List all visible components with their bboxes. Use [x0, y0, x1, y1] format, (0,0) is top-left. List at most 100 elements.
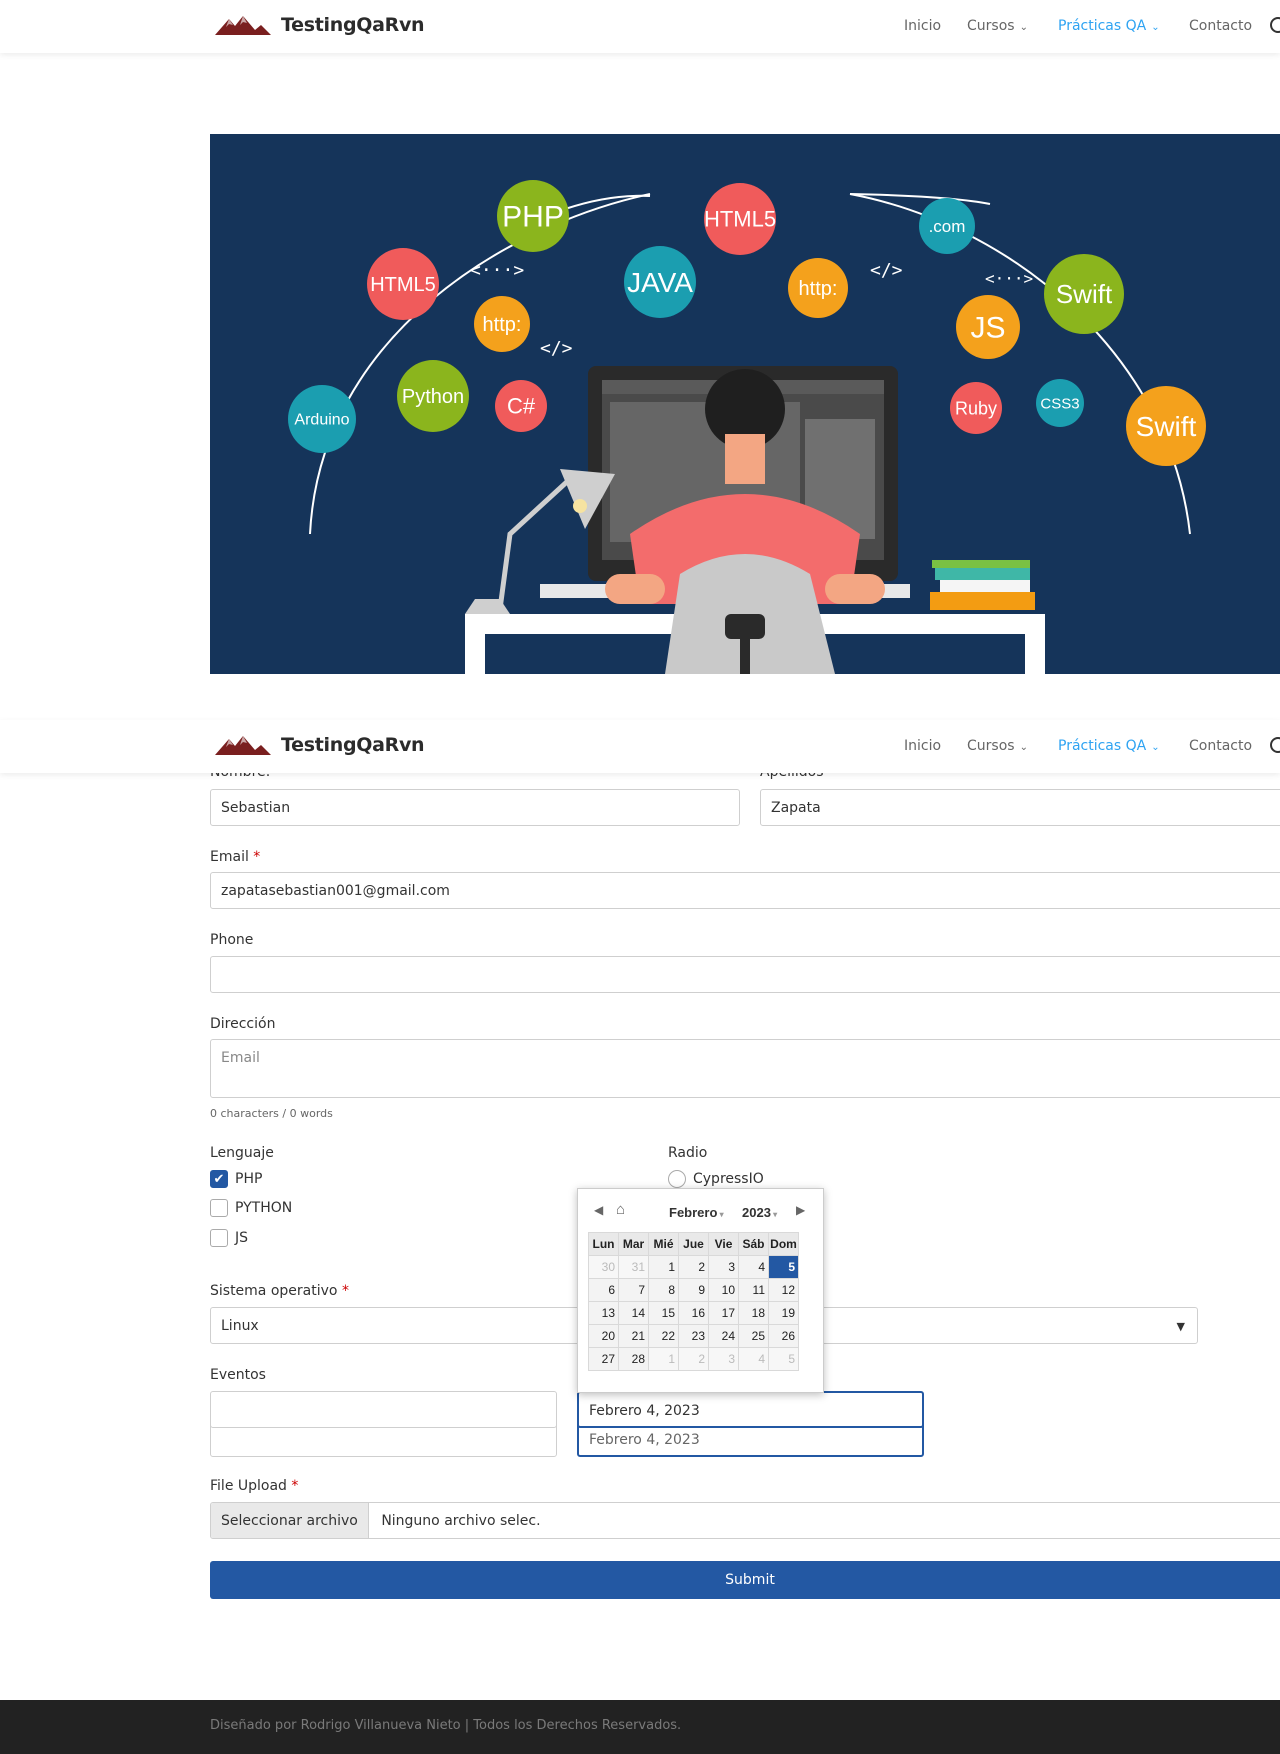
nav-cursos[interactable]: Cursos ⌄ [967, 738, 1028, 754]
tech-badge-label: Swift [1056, 279, 1113, 309]
email-label-text: Email [210, 849, 249, 865]
calendar-day[interactable]: 6 [588, 1278, 619, 1302]
calendar-day[interactable]: 19 [768, 1301, 799, 1325]
calendar-week: 30 31 1 2 3 4 5 [588, 1255, 799, 1279]
calendar-day[interactable]: 10 [708, 1278, 739, 1302]
nav-inicio[interactable]: Inicio [904, 18, 941, 34]
lenguaje-label: Lenguaje [210, 1145, 274, 1161]
calendar-day[interactable]: 11 [738, 1278, 769, 1302]
calendar-day[interactable]: 1 [648, 1255, 679, 1279]
chevron-down-icon: ⌄ [1151, 22, 1160, 33]
email-input[interactable]: zapatasebastian001@gmail.com [210, 872, 1280, 909]
so-selected-value: Linux [221, 1318, 259, 1334]
calendar-day[interactable]: 15 [648, 1301, 679, 1325]
chevron-down-icon: ⌄ [1019, 742, 1028, 753]
calendar-day[interactable]: 16 [678, 1301, 709, 1325]
tech-badge-label: .com [929, 217, 966, 236]
calendar-grid: Lun Mar Mié Jue Vie Sáb Dom 30 31 1 2 3 4 5 6 7 8 9 10 11 1… [588, 1232, 799, 1371]
char-counter: 0 characters / 0 words [210, 1107, 333, 1120]
tech-badge-label: Arduino [294, 412, 349, 429]
calendar-day: 31 [618, 1255, 649, 1279]
checkbox-js-label: JS [235, 1230, 249, 1246]
calendar-day[interactable]: 23 [678, 1324, 709, 1348]
evento-input[interactable] [210, 1391, 557, 1428]
nav-practicas[interactable]: Prácticas QA ⌄ [1058, 738, 1160, 754]
calendar-day: 5 [768, 1347, 799, 1371]
tech-badge-label: JS [970, 312, 1005, 345]
calendar-day: 4 [738, 1347, 769, 1371]
calendar-day[interactable]: 3 [708, 1255, 739, 1279]
evento-fecha-input[interactable]: Febrero 4, 2023 [577, 1391, 924, 1428]
date-picker: ◀ ⌂ Febrero ▾ 2023 ▾ ▶ Lun Mar Mié Jue Vie Sá… [577, 1188, 824, 1393]
next-month-icon[interactable]: ▶ [796, 1203, 805, 1217]
footer-text: Diseñado por Rodrigo Villanueva Nieto | … [210, 1718, 682, 1733]
nav-practicas[interactable]: Prácticas QA ⌄ [1058, 18, 1160, 34]
nav-contacto[interactable]: Contacto [1189, 738, 1252, 754]
search-icon[interactable] [1270, 17, 1280, 33]
prev-month-icon[interactable]: ◀ [594, 1203, 603, 1217]
weekday-header: Lun [588, 1232, 619, 1256]
caret-down-icon: ▼ [1176, 1320, 1185, 1333]
checkbox-php[interactable]: ✔ [210, 1170, 228, 1188]
tech-badge-label: Swift [1136, 411, 1197, 442]
tech-badge-label: C# [507, 394, 536, 419]
calendar-day[interactable]: 22 [648, 1324, 679, 1348]
calendar-day[interactable]: 20 [588, 1324, 619, 1348]
check-icon: ✔ [213, 1172, 225, 1187]
submit-button[interactable]: Submit [210, 1561, 1280, 1599]
direccion-textarea[interactable]: Email [210, 1039, 1280, 1098]
calendar-day[interactable]: 21 [618, 1324, 649, 1348]
radio-cypressio[interactable] [668, 1170, 686, 1188]
month-select[interactable]: Febrero ▾ [669, 1205, 724, 1220]
file-choose-button[interactable]: Seleccionar archivo [211, 1503, 369, 1538]
calendar-day[interactable]: 12 [768, 1278, 799, 1302]
year-select[interactable]: 2023 ▾ [742, 1205, 777, 1220]
calendar-day[interactable]: 28 [618, 1347, 649, 1371]
calendar-day[interactable]: 24 [708, 1324, 739, 1348]
hero-illustration: PHP HTML5 HTML5 .com JAVA http: http: Swift Swif… [210, 134, 1280, 674]
brand-name: TestingQaRvn [281, 14, 425, 36]
caret-down-icon: ▾ [770, 1210, 778, 1219]
mountain-logo-icon [215, 736, 271, 755]
calendar-day[interactable]: 8 [648, 1278, 679, 1302]
calendar-day[interactable]: 5 [768, 1255, 799, 1279]
nav-inicio[interactable]: Inicio [904, 738, 941, 754]
footer: Diseñado por Rodrigo Villanueva Nieto | … [0, 1700, 1280, 1754]
weekday-header: Mié [648, 1232, 679, 1256]
nombre-input[interactable]: Sebastian [210, 789, 740, 826]
checkbox-python[interactable] [210, 1199, 228, 1217]
nav-contacto[interactable]: Contacto [1189, 18, 1252, 34]
calendar-day[interactable]: 27 [588, 1347, 619, 1371]
developer-illustration: PHP HTML5 HTML5 .com JAVA http: http: Swift Swif… [288, 180, 1206, 674]
logo[interactable]: TestingQaRvn [215, 733, 425, 757]
tech-badge-label: Python [402, 386, 464, 408]
top-header: TestingQaRvn Inicio Cursos ⌄ Prácticas QA… [0, 0, 1280, 53]
calendar-day[interactable]: 7 [618, 1278, 649, 1302]
apellidos-input[interactable]: Zapata [760, 789, 1280, 826]
calendar-day[interactable]: 17 [708, 1301, 739, 1325]
calendar-day[interactable]: 26 [768, 1324, 799, 1348]
checkbox-js[interactable] [210, 1229, 228, 1247]
file-label-text: File Upload [210, 1478, 287, 1494]
calendar-day[interactable]: 2 [678, 1255, 709, 1279]
calendar-week: 27 28 1 2 3 4 5 [588, 1347, 799, 1371]
home-icon[interactable]: ⌂ [616, 1201, 625, 1218]
logo[interactable]: TestingQaRvn [215, 13, 425, 37]
calendar-day[interactable]: 4 [738, 1255, 769, 1279]
calendar-day[interactable]: 25 [738, 1324, 769, 1348]
calendar-day[interactable]: 14 [618, 1301, 649, 1325]
nav-cursos[interactable]: Cursos ⌄ [967, 18, 1028, 34]
calendar-day[interactable]: 9 [678, 1278, 709, 1302]
weekday-header: Vie [708, 1232, 739, 1256]
search-icon[interactable] [1270, 737, 1280, 753]
calendar-day[interactable]: 18 [738, 1301, 769, 1325]
calendar-day[interactable]: 13 [588, 1301, 619, 1325]
calendar-week: 13 14 15 16 17 18 19 [588, 1301, 799, 1325]
checkbox-php-label: PHP [235, 1171, 263, 1187]
weekday-header: Dom [768, 1232, 799, 1256]
file-status: Ninguno archivo selec. [381, 1513, 541, 1529]
tech-badge-label: JAVA [627, 267, 693, 298]
phone-input[interactable] [210, 956, 1280, 993]
caret-down-icon: ▾ [717, 1210, 724, 1219]
checkbox-python-label: PYTHON [235, 1200, 293, 1216]
